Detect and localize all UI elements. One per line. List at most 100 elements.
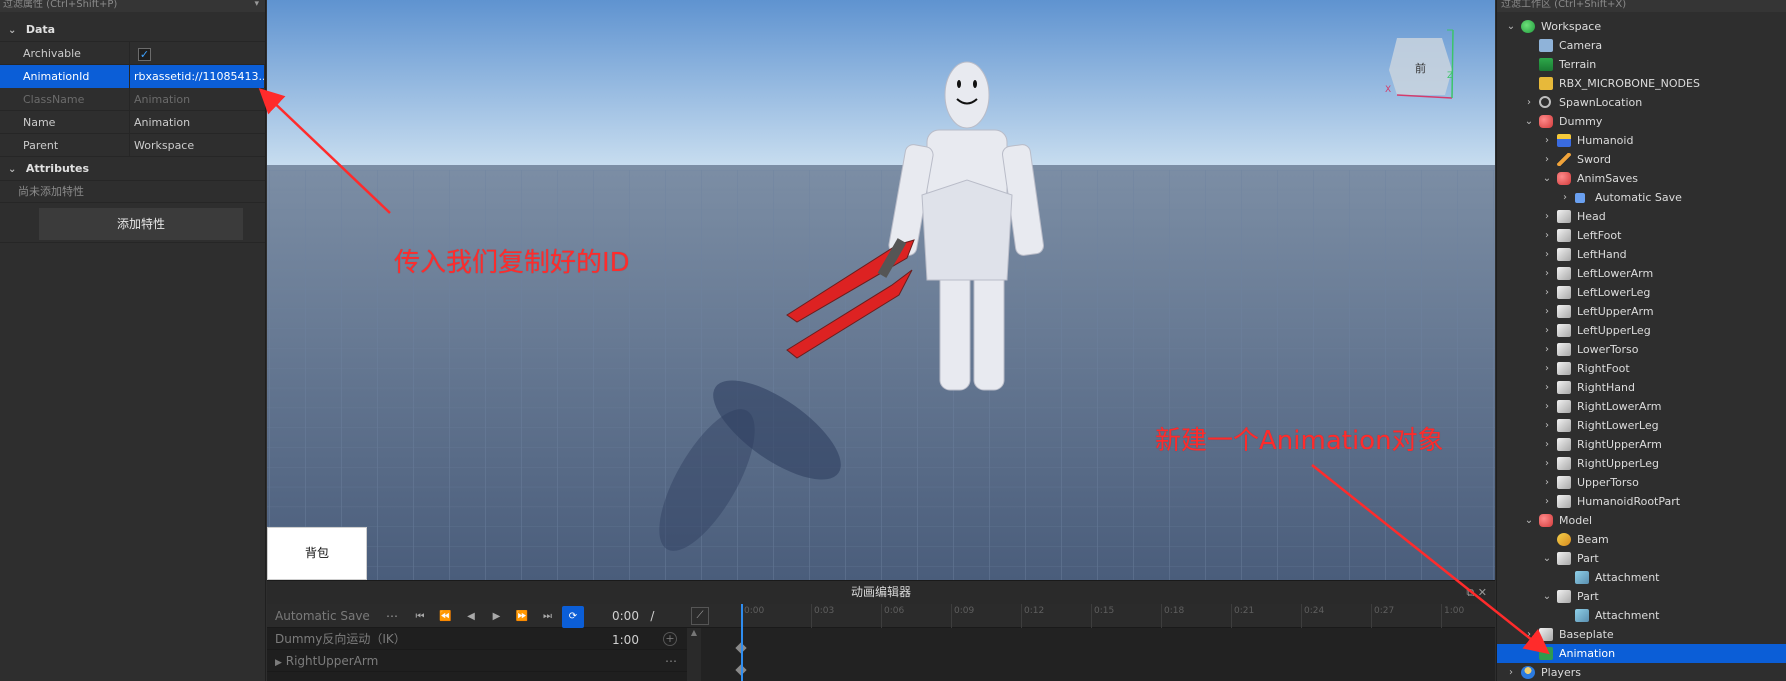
curve-editor-icon[interactable]: ⟋ <box>691 607 709 625</box>
expand-arrow-icon[interactable]: ▶ <box>275 658 282 668</box>
tree-item-humanoid[interactable]: › Humanoid <box>1497 131 1786 150</box>
chevron-right-icon[interactable]: › <box>1541 283 1553 302</box>
tree-item-part[interactable]: ⌄ Part <box>1497 587 1786 606</box>
explorer-filter-input[interactable]: 过滤工作区 (Ctrl+Shift+X) <box>1497 0 1786 12</box>
tree-item-part[interactable]: ⌄ Part <box>1497 549 1786 568</box>
property-row-classname[interactable]: ClassName Animation <box>0 88 265 111</box>
property-value[interactable]: Animation <box>130 88 264 111</box>
property-value[interactable]: Animation <box>130 111 264 134</box>
tree-item-leftlowerleg[interactable]: › LeftLowerLeg <box>1497 283 1786 302</box>
chevron-right-icon[interactable]: › <box>1541 340 1553 359</box>
tree-item-spawnlocation[interactable]: › SpawnLocation <box>1497 93 1786 112</box>
skip-to-start-icon[interactable]: ⏮ <box>409 605 431 629</box>
property-row-animationid[interactable]: AnimationId rbxassetid://11085413... <box>0 65 265 88</box>
chevron-right-icon[interactable]: › <box>1541 397 1553 416</box>
chevron-right-icon[interactable]: › <box>1541 264 1553 283</box>
chevron-right-icon[interactable]: › <box>1541 245 1553 264</box>
chevron-right-icon[interactable]: › <box>1541 150 1553 169</box>
chevron-right-icon[interactable]: › <box>1541 302 1553 321</box>
tree-item-rightfoot[interactable]: › RightFoot <box>1497 359 1786 378</box>
tree-item-beam[interactable]: Beam <box>1497 530 1786 549</box>
chevron-right-icon[interactable]: › <box>1541 454 1553 473</box>
section-data-header[interactable]: ⌄ Data <box>0 18 265 42</box>
tree-item-camera[interactable]: Camera <box>1497 36 1786 55</box>
tree-item-attachment[interactable]: Attachment <box>1497 568 1786 587</box>
chevron-right-icon[interactable]: › <box>1541 226 1553 245</box>
backpack-button[interactable]: 背包 <box>267 527 367 580</box>
timeline-scrollbar[interactable]: ▲ <box>687 628 701 681</box>
skip-to-end-icon[interactable]: ⏭ <box>537 605 559 629</box>
chevron-right-icon[interactable]: › <box>1541 435 1553 454</box>
tree-item-lowertorso[interactable]: › LowerTorso <box>1497 340 1786 359</box>
tree-item-baseplate[interactable]: › Baseplate <box>1497 625 1786 644</box>
chevron-right-icon[interactable]: › <box>1541 359 1553 378</box>
tree-item-leftlowerarm[interactable]: › LeftLowerArm <box>1497 264 1786 283</box>
section-attributes-header[interactable]: ⌄ Attributes <box>0 157 265 181</box>
tree-item-humanoidrootpart[interactable]: › HumanoidRootPart <box>1497 492 1786 511</box>
chevron-right-icon[interactable]: › <box>1505 663 1517 681</box>
chevron-right-icon[interactable]: › <box>1541 207 1553 226</box>
tree-item-animation[interactable]: Animation <box>1497 644 1786 663</box>
checkmark-icon[interactable]: ✓ <box>138 47 151 61</box>
chevron-down-icon[interactable]: ⌄ <box>1505 17 1517 36</box>
property-value[interactable]: Workspace <box>130 134 264 157</box>
tree-item-sword[interactable]: › Sword <box>1497 150 1786 169</box>
tree-item-animsaves[interactable]: ⌄ AnimSaves <box>1497 169 1786 188</box>
chevron-down-icon[interactable]: ⌄ <box>1541 587 1553 606</box>
add-track-icon[interactable]: + <box>663 632 677 646</box>
tree-item-players[interactable]: › Players <box>1497 663 1786 681</box>
tree-item-rightlowerarm[interactable]: › RightLowerArm <box>1497 397 1786 416</box>
time-current[interactable]: 0:00 <box>612 609 639 623</box>
tree-item-leftupperleg[interactable]: › LeftUpperLeg <box>1497 321 1786 340</box>
chevron-right-icon[interactable]: › <box>1541 492 1553 511</box>
chevron-down-icon[interactable]: ⌄ <box>1541 549 1553 568</box>
tree-item-lefthand[interactable]: › LeftHand <box>1497 245 1786 264</box>
3d-viewport[interactable]: 前 X Z 传入我们复制好的ID 新建一个Animation对象 <box>267 0 1495 580</box>
tree-item-automatic-save[interactable]: › Automatic Save <box>1497 188 1786 207</box>
chevron-down-icon[interactable]: ⌄ <box>8 158 22 182</box>
property-row-archivable[interactable]: Archivable ✓ <box>0 42 265 65</box>
timeline-area[interactable]: ⟋ 0:00 0:03 0:06 0:09 0:12 0:15 0:18 0:21 0:24 0:… <box>687 604 1495 681</box>
tree-item-righthand[interactable]: › RightHand <box>1497 378 1786 397</box>
track-row-ik[interactable]: Dummy反向运动（IK） + <box>267 628 687 650</box>
loop-toggle-icon[interactable]: ⟳ <box>562 606 584 628</box>
next-keyframe-icon[interactable]: ⏩ <box>511 605 533 629</box>
chevron-down-icon[interactable]: ⌄ <box>1541 169 1553 188</box>
chevron-down-icon[interactable]: ⌄ <box>1523 112 1535 131</box>
tree-item-rightupperarm[interactable]: › RightUpperArm <box>1497 435 1786 454</box>
tree-item-workspace[interactable]: ⌄ Workspace <box>1497 17 1786 36</box>
property-row-parent[interactable]: Parent Workspace <box>0 134 265 157</box>
play-icon[interactable]: ▶ <box>486 605 508 629</box>
tree-item-model[interactable]: ⌄ Model <box>1497 511 1786 530</box>
chevron-right-icon[interactable]: › <box>1559 188 1571 207</box>
chevron-right-icon[interactable]: › <box>1541 473 1553 492</box>
close-icon[interactable]: ✕ <box>1478 586 1487 599</box>
tree-item-leftupperarm[interactable]: › LeftUpperArm <box>1497 302 1786 321</box>
chevron-right-icon[interactable]: › <box>1541 416 1553 435</box>
tree-item-leftfoot[interactable]: › LeftFoot <box>1497 226 1786 245</box>
chevron-right-icon[interactable]: › <box>1541 321 1553 340</box>
chevron-right-icon[interactable]: › <box>1523 625 1535 644</box>
tree-item-rightupperleg[interactable]: › RightUpperLeg <box>1497 454 1786 473</box>
tree-item-dummy[interactable]: ⌄ Dummy <box>1497 112 1786 131</box>
add-attribute-button[interactable]: 添加特性 <box>39 208 243 240</box>
chevron-right-icon[interactable]: › <box>1541 378 1553 397</box>
more-options-icon[interactable]: ⋯ <box>386 604 398 628</box>
tree-item-rbx-microbone-nodes[interactable]: RBX_MICROBONE_NODES <box>1497 74 1786 93</box>
property-row-name[interactable]: Name Animation <box>0 111 265 134</box>
prev-keyframe-icon[interactable]: ⏪ <box>435 605 457 629</box>
play-reverse-icon[interactable]: ◀ <box>460 605 482 629</box>
chevron-down-icon[interactable]: ⌄ <box>1523 511 1535 530</box>
track-row-rightupperarm[interactable]: ▶ RightUpperArm ⋯ <box>267 650 687 672</box>
tree-item-terrain[interactable]: Terrain <box>1497 55 1786 74</box>
property-value[interactable]: rbxassetid://11085413... <box>130 65 264 88</box>
timeline-ruler[interactable]: ⟋ 0:00 0:03 0:06 0:09 0:12 0:15 0:18 0:21 0:24 0:… <box>687 604 1495 628</box>
tree-item-head[interactable]: › Head <box>1497 207 1786 226</box>
property-checkbox[interactable]: ✓ <box>130 42 264 65</box>
animation-name[interactable]: Automatic Save <box>275 604 370 628</box>
tree-item-uppertorso[interactable]: › UpperTorso <box>1497 473 1786 492</box>
playhead[interactable] <box>741 604 743 681</box>
chevron-right-icon[interactable]: › <box>1541 131 1553 150</box>
properties-filter-input[interactable]: 过滤属性 (Ctrl+Shift+P) ▾ <box>0 0 265 12</box>
chevron-down-icon[interactable]: ⌄ <box>8 19 22 43</box>
